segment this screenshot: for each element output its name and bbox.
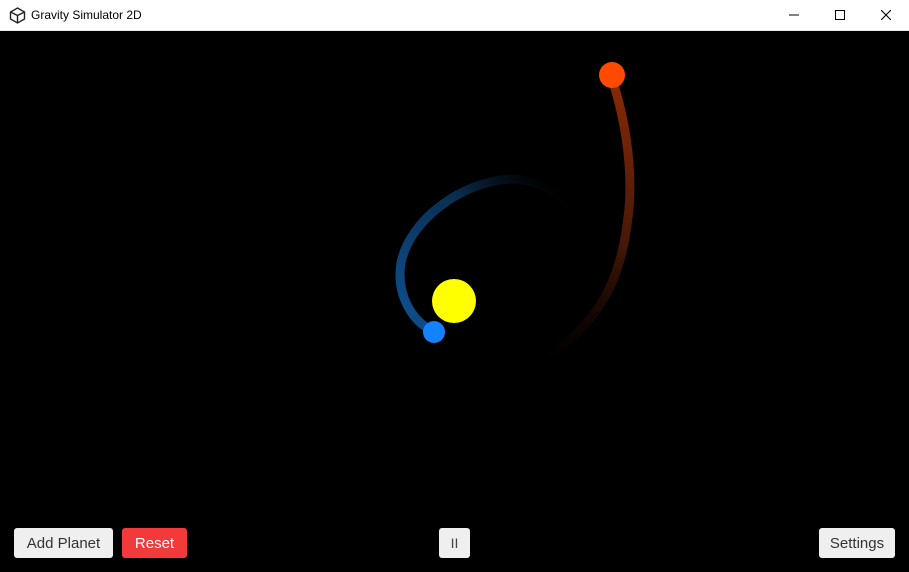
minimize-button[interactable] (771, 0, 817, 30)
simulation-canvas (395, 62, 635, 366)
maximize-button[interactable] (817, 0, 863, 30)
window-title: Gravity Simulator 2D (31, 8, 142, 22)
add-planet-button[interactable]: Add Planet (14, 528, 113, 558)
blue-planet (423, 321, 445, 343)
unity-logo-icon (9, 7, 26, 24)
maximize-icon (835, 10, 845, 20)
settings-button[interactable]: Settings (819, 528, 895, 558)
orange-planet (599, 62, 625, 88)
simulation-viewport[interactable] (1, 31, 908, 571)
sun (432, 279, 476, 323)
orange-planet-trail (536, 71, 635, 366)
close-icon (881, 10, 891, 20)
title-bar: Gravity Simulator 2D (0, 0, 909, 31)
reset-button[interactable]: Reset (122, 528, 187, 558)
pause-button[interactable]: II (439, 528, 470, 558)
close-button[interactable] (863, 0, 909, 30)
minimize-icon (789, 14, 799, 16)
blue-planet-trail (395, 174, 571, 336)
